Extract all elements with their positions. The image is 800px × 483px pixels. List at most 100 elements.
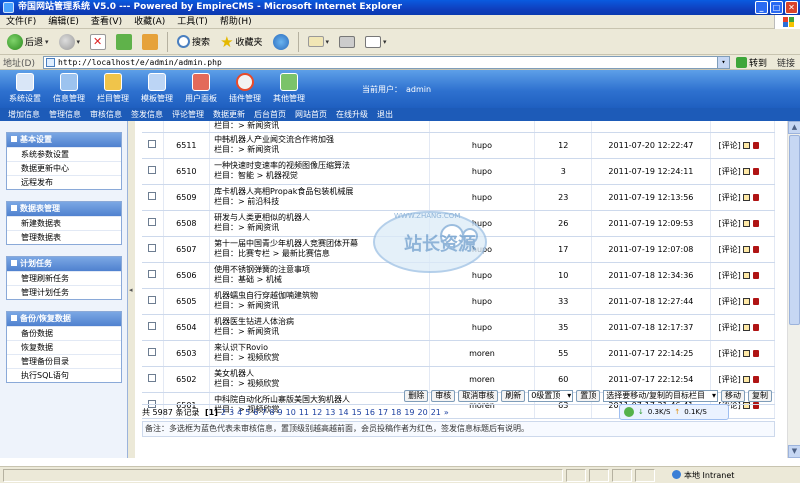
page-link[interactable]: 10 [286,408,296,417]
mail-button[interactable]: ▾ [305,31,333,53]
delete-icon[interactable] [752,141,759,149]
page-link[interactable]: 7 [261,408,266,417]
page-link[interactable]: 12 [312,408,322,417]
row-title-link[interactable]: 机器医生钻进人体治病 [214,317,429,327]
page-link[interactable]: 6 [253,408,258,417]
delete-icon[interactable] [752,245,759,253]
comment-link[interactable]: [评论] [719,375,741,384]
chevron-down-icon[interactable]: ▾ [717,56,729,68]
page-link[interactable]: 17 [378,408,388,417]
subnav-add-info[interactable]: 增加信息 [8,108,40,121]
go-button[interactable]: 转到 [736,56,767,69]
forward-button[interactable]: ▾ [56,31,84,53]
delete-icon[interactable] [752,193,759,201]
edit-icon[interactable] [742,167,750,175]
page-link[interactable]: 2 [221,408,226,417]
row-title-link[interactable]: 一种快速时变速率的视频图像压缩算法 [214,161,429,171]
sidebar-item[interactable]: 管理刷新任务 [7,271,121,285]
vertical-scrollbar[interactable]: ▲ ▼ [787,121,800,458]
nav-plugin-management[interactable]: 插件管理 [224,70,266,108]
messenger-button[interactable] [7,31,400,343]
comment-link[interactable]: [评论] [719,193,741,202]
comment-link[interactable]: [评论] [719,245,741,254]
stop-button[interactable] [87,31,109,53]
menu-file[interactable]: 文件(F) [0,15,42,29]
home-button[interactable] [139,31,161,53]
comment-link[interactable]: [评论] [719,141,741,150]
edit-icon[interactable] [742,323,750,331]
set-top-button[interactable]: 置顶 [576,390,601,402]
page-link[interactable]: 4 [237,408,242,417]
comment-link[interactable]: [评论] [719,219,741,228]
edit-icon[interactable] [742,141,750,149]
row-checkbox[interactable] [148,270,157,278]
history-button[interactable] [270,31,292,53]
subnav-sign-info[interactable]: 签发信息 [131,108,163,121]
print-button[interactable] [336,31,358,53]
subnav-admin-home[interactable]: 后台首页 [254,108,286,121]
delete-icon[interactable] [752,375,759,383]
page-link[interactable]: 21 [431,408,441,417]
scroll-thumb[interactable] [789,135,800,325]
row-title-link[interactable]: 来认识下Rovio [214,343,429,353]
menu-favorites[interactable]: 收藏(A) [128,15,171,29]
target-column-select[interactable]: 选择要移动/复制的目标栏目 [603,390,718,402]
scroll-up-icon[interactable]: ▲ [788,121,800,134]
menu-edit[interactable]: 编辑(E) [42,15,85,29]
sidebar-item[interactable]: 数据更新中心 [7,161,121,175]
subnav-comments[interactable]: 评论管理 [172,108,204,121]
sidebar-item[interactable]: 管理备份目录 [7,354,121,368]
back-button[interactable]: 后退 ▾ [4,31,52,53]
menu-view[interactable]: 查看(V) [85,15,128,29]
sidebar-item[interactable]: 执行SQL语句 [7,368,121,382]
comment-link[interactable]: [评论] [719,349,741,358]
page-link[interactable]: 19 [404,408,414,417]
audit-button[interactable]: 审核 [431,390,456,402]
favorites-button[interactable]: ★ 收藏夹 [217,31,265,53]
refresh-button[interactable] [113,31,135,53]
subnav-site-home[interactable]: 网站首页 [295,108,327,121]
delete-button[interactable]: 删除 [404,390,429,402]
row-checkbox[interactable] [148,348,157,356]
top-level-select[interactable]: 0级置顶 [528,390,574,402]
nav-column-management[interactable]: 栏目管理 [92,70,134,108]
comment-link[interactable]: [评论] [719,297,741,306]
page-link[interactable]: 15 [352,408,362,417]
edit-icon[interactable] [742,245,750,253]
page-link[interactable]: 3 [229,408,234,417]
close-button[interactable]: ✕ [785,1,798,14]
row-checkbox[interactable] [148,192,157,200]
row-title-link[interactable]: 第十一届中国青少年机器人竞赛团体开幕 [214,239,429,249]
page-link[interactable]: 8 [269,408,274,417]
edit-icon[interactable] [742,375,750,383]
page-link[interactable]: 14 [338,408,348,417]
sidebar-item[interactable]: 远程发布 [7,175,121,189]
row-checkbox[interactable] [148,374,157,382]
nav-info-management[interactable]: 信息管理 [48,70,90,108]
row-title-link[interactable]: 研发与人类更相似的机器人 [214,213,429,223]
subnav-data-update[interactable]: 数据更新 [213,108,245,121]
move-button[interactable]: 移动 [721,390,745,402]
cancel-audit-button[interactable]: 取消审核 [458,390,499,402]
sidebar-item[interactable]: 系统参数设置 [7,147,121,161]
next-page-link[interactable]: » [444,408,449,417]
refresh-button[interactable]: 刷新 [501,390,526,402]
nav-other-management[interactable]: 其他管理 [268,70,310,108]
scroll-down-icon[interactable]: ▼ [788,445,800,458]
comment-link[interactable]: [评论] [719,271,741,280]
edit-icon[interactable] [742,193,750,201]
delete-icon[interactable] [752,167,759,175]
row-checkbox[interactable] [148,296,157,304]
menu-help[interactable]: 帮助(H) [214,15,258,29]
nav-template-management[interactable]: 模板管理 [136,70,178,108]
row-checkbox[interactable] [148,244,157,252]
delete-icon[interactable] [752,219,759,227]
row-title-link[interactable]: 使用不锈钢弹簧的注意事项 [214,265,429,275]
sidebar-item[interactable]: 新建数据表 [7,216,121,230]
edit-icon[interactable] [742,219,750,227]
page-link[interactable]: 13 [325,408,335,417]
row-title-link[interactable]: 库卡机器人亮相Propak食品包装机械展 [214,187,429,197]
row-title-link[interactable]: 机器蠕虫自行穿越伽喃建筑物 [214,291,429,301]
delete-icon[interactable] [752,323,759,331]
delete-icon[interactable] [752,297,759,305]
